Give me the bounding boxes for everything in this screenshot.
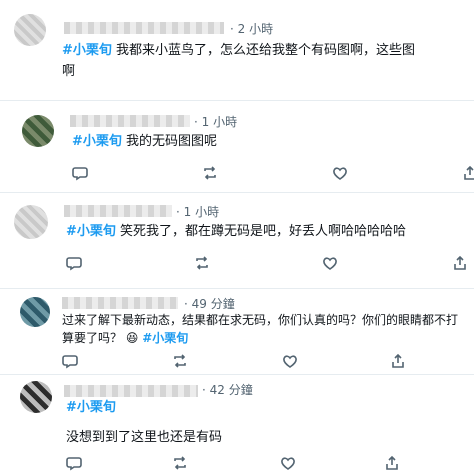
tweet-time[interactable]: · 42 分鐘 <box>202 381 253 398</box>
tweet-card-2[interactable]: · 1 小時 #小栗旬 我的无码图图呢 <box>0 100 474 189</box>
avatar[interactable] <box>14 14 46 46</box>
tweet-text: 过来了解下最新动态，结果都在求无码，你们认真的吗？你们的眼睛都不打 <box>62 313 459 327</box>
retweet-icon[interactable] <box>172 455 188 471</box>
tweet-text: #小栗旬 我都来小蓝鸟了，怎么还给我整个有码图啊，这些图 <box>62 42 472 60</box>
tweet-card-3[interactable]: · 1 小時 #小栗旬 笑死我了，都在蹲无码是吧，好丢人啊哈哈哈哈哈 <box>0 192 474 285</box>
laughing-emoji-icon: 😆 <box>125 331 139 345</box>
tweet-hashtag-line: #小栗旬 <box>66 399 116 417</box>
tweet-body: 笑死我了，都在蹲无码是吧，好丢人啊哈哈哈哈哈 <box>120 224 407 239</box>
share-icon[interactable] <box>390 353 406 369</box>
tweet-text: 没想到到了这里也还是有码 <box>66 430 223 445</box>
reply-icon[interactable] <box>72 165 88 181</box>
tweet-text: #小栗旬 笑死我了，都在蹲无码是吧，好丢人啊哈哈哈哈哈 <box>66 223 406 241</box>
reply-icon[interactable] <box>66 255 82 271</box>
hashtag-link[interactable]: #小栗旬 <box>66 224 116 239</box>
user-name-blurred[interactable] <box>64 385 198 397</box>
tweet-body: 我的无码图图呢 <box>126 134 218 149</box>
tweet-card-4[interactable]: · 49 分鐘 过来了解下最新动态，结果都在求无码，你们认真的吗？你们的眼睛都不… <box>0 288 474 375</box>
user-name-blurred[interactable] <box>64 22 224 34</box>
reply-icon[interactable] <box>66 455 82 471</box>
retweet-icon[interactable] <box>202 165 218 181</box>
tweet-body: 我都来小蓝鸟了，怎么还给我整个有码图啊，这些图 <box>116 43 416 58</box>
tweet-time[interactable]: · 2 小時 <box>230 20 273 37</box>
tweet-text: #小栗旬 我的无码图图呢 <box>72 133 217 151</box>
like-icon[interactable] <box>332 165 348 181</box>
retweet-icon[interactable] <box>172 353 188 369</box>
tweet-card-5[interactable]: · 42 分鐘 #小栗旬 没想到到了这里也还是有码 <box>0 374 474 475</box>
like-icon[interactable] <box>282 353 298 369</box>
tweet-card-1[interactable]: · 2 小時 #小栗旬 我都来小蓝鸟了，怎么还给我整个有码图啊，这些图 啊 <box>0 0 474 92</box>
avatar[interactable] <box>20 381 52 413</box>
share-icon[interactable] <box>462 165 474 181</box>
avatar[interactable] <box>14 205 48 239</box>
user-name-blurred[interactable] <box>62 297 178 309</box>
tweet-time[interactable]: · 1 小時 <box>176 203 219 220</box>
retweet-icon[interactable] <box>194 255 210 271</box>
hashtag-link[interactable]: #小栗旬 <box>142 331 188 345</box>
avatar[interactable] <box>22 115 54 147</box>
user-name-blurred[interactable] <box>64 205 172 217</box>
reply-icon[interactable] <box>62 353 78 369</box>
hashtag-link[interactable]: #小栗旬 <box>62 43 112 58</box>
like-icon[interactable] <box>322 255 338 271</box>
hashtag-link[interactable]: #小栗旬 <box>72 134 122 149</box>
tweet-time[interactable]: · 49 分鐘 <box>184 295 235 312</box>
user-name-blurred[interactable] <box>70 115 190 127</box>
like-icon[interactable] <box>280 455 296 471</box>
avatar[interactable] <box>20 297 50 327</box>
share-icon[interactable] <box>384 455 400 471</box>
tweet-body: 算要了吗？ <box>62 331 123 345</box>
share-icon[interactable] <box>452 255 468 271</box>
tweet-text-line2: 啊 <box>62 64 76 79</box>
tweet-text-line2: 算要了吗？ 😆 #小栗旬 <box>62 329 188 347</box>
hashtag-link[interactable]: #小栗旬 <box>66 400 116 415</box>
tweet-time[interactable]: · 1 小時 <box>194 113 237 130</box>
